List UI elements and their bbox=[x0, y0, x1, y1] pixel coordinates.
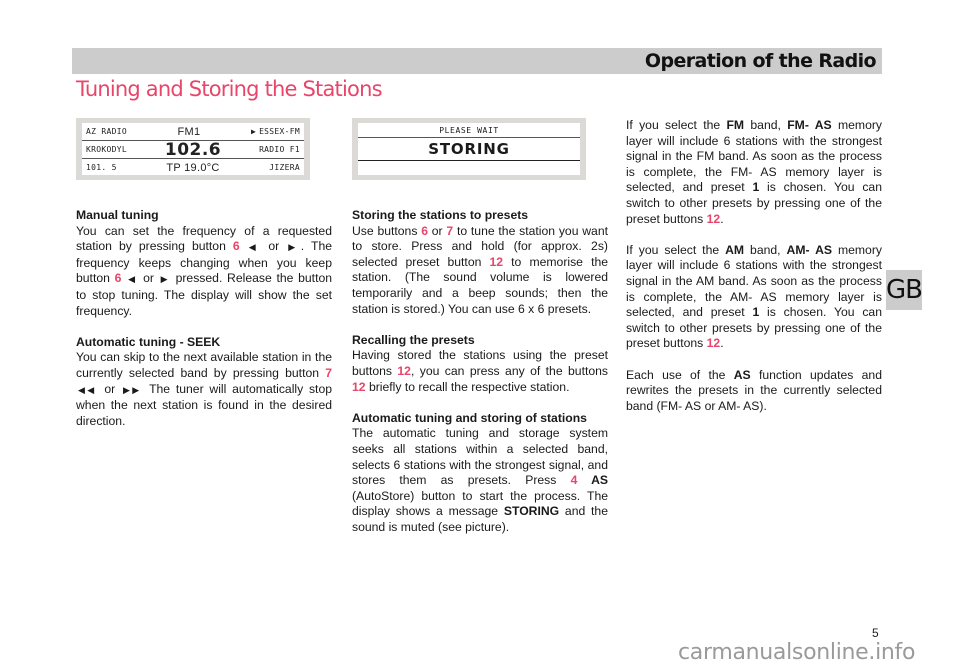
display-station-left: 101. 5 bbox=[86, 163, 117, 172]
heading-recalling-presets: Recalling the presets bbox=[352, 332, 475, 347]
left-triangle-icon: ◀ bbox=[128, 274, 137, 285]
heading-automatic-storing: Automatic tuning and storing of stations bbox=[352, 410, 587, 425]
page-title: Tuning and Storing the Stations bbox=[76, 77, 383, 101]
display-station-right: ESSEX-FM bbox=[259, 127, 300, 136]
section-header-bar: Operation of the Radio bbox=[72, 48, 882, 74]
text: or bbox=[261, 239, 287, 254]
column-3: If you select the FM band, FM- AS memory… bbox=[626, 118, 882, 430]
button-ref-12: 12 bbox=[489, 254, 504, 269]
display-storing: STORING bbox=[358, 138, 580, 161]
button-ref-12: 12 bbox=[397, 363, 411, 378]
button-ref-6: 6 bbox=[114, 271, 122, 286]
text: , you can press any of the buttons bbox=[410, 363, 608, 378]
text: Each use of the bbox=[626, 367, 734, 382]
text: band, bbox=[744, 118, 788, 132]
page-number: 5 bbox=[872, 626, 879, 640]
as-label: AS bbox=[577, 473, 608, 488]
left-triangle-icon: ◀ bbox=[248, 242, 260, 253]
text: or bbox=[138, 271, 159, 286]
display-band: FM1 bbox=[177, 125, 201, 138]
fm-as-label: FM- AS bbox=[787, 118, 832, 132]
storing-display-illustration: PLEASE WAIT STORING bbox=[352, 118, 586, 180]
display-station-right-wrap: ▶ ESSEX-FM bbox=[251, 127, 300, 136]
fm-label: FM bbox=[726, 118, 745, 132]
display-station-left: KROKODYL bbox=[86, 145, 127, 154]
text: or bbox=[428, 223, 447, 238]
heading-manual-tuning: Manual tuning bbox=[76, 208, 159, 222]
text: If you select the bbox=[626, 118, 727, 132]
rewind-icon: ◀◀ bbox=[78, 384, 97, 395]
display-frequency: 102.6 bbox=[164, 139, 222, 160]
button-ref-12: 12 bbox=[706, 211, 721, 226]
display-tp-temperature: TP 19.0°C bbox=[166, 161, 220, 174]
paragraph-fm-band: If you select the FM band, FM- AS memory… bbox=[626, 118, 882, 227]
storing-label: STORING bbox=[503, 504, 560, 519]
right-triangle-icon: ▶ bbox=[288, 242, 299, 253]
text: or bbox=[98, 381, 121, 396]
am-label: AM bbox=[725, 242, 745, 257]
text: . bbox=[720, 211, 724, 226]
display-row-3: 101. 5 TP 19.0°C JIZERA bbox=[82, 159, 304, 176]
column-2: Storing the stations to presets Use butt… bbox=[352, 208, 608, 551]
text: band, bbox=[744, 242, 787, 257]
button-ref-6: 6 bbox=[421, 223, 428, 238]
paragraph-manual-tuning: You can set the frequency of a requested… bbox=[76, 224, 332, 320]
am-as-label: AM- AS bbox=[786, 242, 832, 257]
display-row-2: KROKODYL 102.6 RADIO F1 bbox=[82, 139, 304, 160]
display-station-right: JIZERA bbox=[269, 163, 300, 172]
watermark: carmanualsonline.info bbox=[678, 640, 916, 665]
paragraph-am-band: If you select the AM band, AM- AS memory… bbox=[626, 243, 882, 352]
heading-storing-presets: Storing the stations to presets bbox=[352, 208, 529, 222]
paragraph-storing-presets: Use buttons 6 or 7 to tune the station y… bbox=[352, 224, 608, 318]
paragraph-recalling-presets: Having stored the stations using the pre… bbox=[352, 348, 608, 395]
display-station-left: AZ RADIO bbox=[86, 127, 127, 136]
heading-automatic-tuning-seek: Automatic tuning - SEEK bbox=[76, 334, 221, 349]
as-label: AS bbox=[733, 367, 751, 382]
button-ref-7: 7 bbox=[325, 365, 332, 380]
paragraph-seek: You can skip to the next available stati… bbox=[76, 350, 332, 429]
column-1: Manual tuning You can set the frequency … bbox=[76, 208, 332, 445]
button-ref-12: 12 bbox=[706, 336, 721, 351]
text: briefly to recall the respective station… bbox=[365, 379, 570, 394]
text: You can skip to the next available stati… bbox=[76, 350, 332, 380]
paragraph-as-function: Each use of the AS function updates and … bbox=[626, 368, 882, 415]
button-ref-12: 12 bbox=[352, 379, 366, 394]
text: If you select the bbox=[626, 242, 726, 257]
display-please-wait: PLEASE WAIT bbox=[358, 123, 580, 138]
language-tab: GB bbox=[886, 270, 923, 310]
radio-display-illustration: AZ RADIO FM1 ▶ ESSEX-FM KROKODYL 102.6 RA… bbox=[76, 118, 310, 180]
section-title: Operation of the Radio bbox=[644, 50, 877, 72]
display-row-1: AZ RADIO FM1 ▶ ESSEX-FM bbox=[82, 123, 304, 141]
paragraph-automatic-storing: The automatic tuning and storage system … bbox=[352, 426, 608, 535]
fast-forward-icon: ▶▶ bbox=[122, 384, 142, 395]
display-station-right: RADIO F1 bbox=[259, 145, 300, 154]
text: Use buttons bbox=[352, 223, 422, 238]
play-triangle-icon: ▶ bbox=[250, 127, 257, 136]
button-ref-6: 6 bbox=[232, 239, 240, 254]
right-triangle-icon: ▶ bbox=[160, 274, 169, 285]
text: . bbox=[720, 336, 724, 351]
